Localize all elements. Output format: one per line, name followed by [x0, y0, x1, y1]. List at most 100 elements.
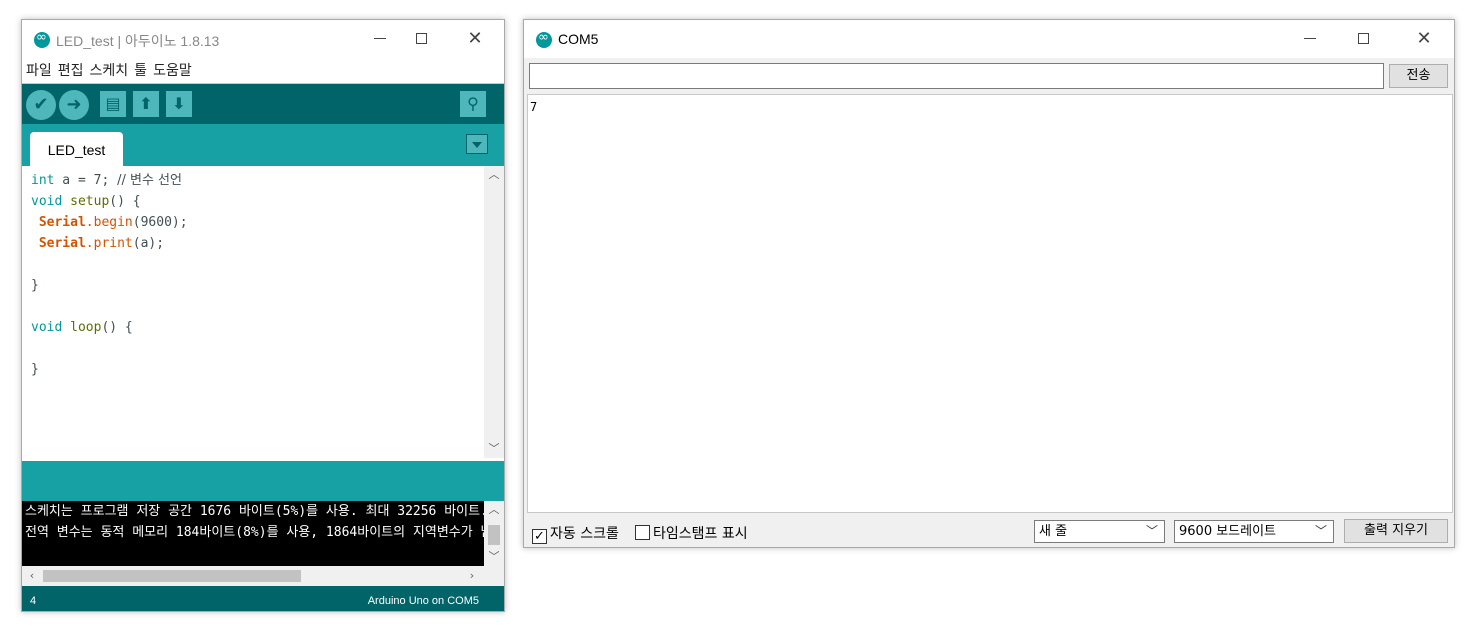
- code-method: .begin: [85, 215, 133, 230]
- console-vertical-scrollbar[interactable]: ︿ ﹀: [484, 501, 504, 566]
- minimize-icon: [1304, 38, 1316, 39]
- menu-edit[interactable]: 편집: [58, 58, 84, 84]
- console-line: 전역 변수는 동적 메모리 184바이트(8%)를 사용, 1864바이트의 지…: [25, 525, 484, 540]
- send-row: 전송: [524, 58, 1454, 94]
- close-button[interactable]: ✕: [455, 26, 495, 52]
- console-scroll-thumb[interactable]: [488, 525, 500, 545]
- scroll-right-icon[interactable]: ›: [462, 567, 482, 585]
- status-board-port: Arduino Uno on COM5: [367, 595, 479, 607]
- code-line: }: [31, 359, 484, 380]
- tab-menu-button[interactable]: [466, 134, 488, 154]
- save-sketch-button[interactable]: ⬇: [166, 91, 192, 117]
- minimize-button[interactable]: [1290, 26, 1330, 52]
- editor-vertical-scrollbar[interactable]: ︿ ﹀: [484, 166, 504, 458]
- ide-window-title: LED_test | 아두이노 1.8.13: [56, 33, 220, 49]
- save-icon: ⬇: [172, 94, 186, 113]
- open-sketch-button[interactable]: ⬆: [133, 91, 159, 117]
- console-horizontal-scrollbar[interactable]: ‹ ›: [22, 566, 504, 586]
- new-icon: ▤: [105, 94, 121, 113]
- autoscroll-label: 자동 스크롤: [550, 526, 619, 542]
- serial-titlebar: COM5 ✕: [524, 20, 1454, 58]
- serial-monitor-icon: ⚲: [467, 94, 479, 113]
- upload-icon: ➜: [66, 94, 82, 115]
- code-keyword-type: void: [31, 194, 63, 209]
- maximize-icon: [1358, 33, 1369, 44]
- status-bar: 4 Arduino Uno on COM5: [22, 586, 504, 611]
- code-object: Serial: [38, 236, 86, 251]
- scroll-down-icon[interactable]: ﹀: [484, 440, 504, 458]
- code-object: Serial: [38, 215, 86, 230]
- menu-tools[interactable]: 툴: [134, 58, 147, 84]
- checkbox-unchecked-icon: [635, 525, 650, 540]
- line-ending-value: 새 줄: [1039, 524, 1068, 539]
- serial-output: 7: [527, 94, 1453, 513]
- serial-monitor-button[interactable]: ⚲: [460, 91, 486, 117]
- console-output: 스케치는 프로그램 저장 공간 1676 바이트(5%)를 사용. 최대 322…: [22, 501, 484, 566]
- code-keyword-type: int: [31, 173, 55, 188]
- code-text: () {: [101, 320, 133, 335]
- minimize-button[interactable]: [360, 26, 400, 52]
- code-keyword-type: void: [31, 320, 63, 335]
- clear-output-button[interactable]: 출력 지우기: [1344, 519, 1448, 543]
- upload-button[interactable]: ➜: [59, 90, 89, 120]
- tab-led-test[interactable]: LED_test: [30, 132, 123, 166]
- code-line: int a = 7; // 변수 선언: [31, 170, 484, 191]
- menubar: 파일 편집 스케치 툴 도움말: [22, 58, 504, 84]
- maximize-icon: [416, 33, 427, 44]
- ide-titlebar: LED_test | 아두이노 1.8.13 ✕: [22, 20, 504, 58]
- minimize-icon: [374, 38, 386, 39]
- console-line: 스케치는 프로그램 저장 공간 1676 바이트(5%)를 사용. 최대 322…: [25, 504, 484, 519]
- code-editor[interactable]: int a = 7; // 변수 선언 void setup() { Serial…: [22, 166, 484, 458]
- open-icon: ⬆: [139, 94, 153, 113]
- tab-bar: LED_test: [22, 124, 504, 166]
- verify-button[interactable]: ✔: [26, 90, 56, 120]
- toolbar: ✔ ➜ ▤ ⬆ ⬇ ⚲: [22, 84, 504, 124]
- timestamp-label: 타임스탬프 표시: [653, 526, 748, 542]
- code-text: (9600);: [132, 215, 188, 230]
- timestamp-checkbox[interactable]: 타임스탬프 표시: [635, 523, 748, 543]
- status-line-number: 4: [30, 595, 37, 607]
- menu-help[interactable]: 도움말: [153, 58, 192, 84]
- scroll-down-icon[interactable]: ﹀: [484, 548, 504, 566]
- code-function-name: setup: [70, 194, 110, 209]
- code-text: }: [31, 278, 39, 293]
- close-icon: ✕: [1416, 28, 1432, 49]
- ide-window: LED_test | 아두이노 1.8.13 ✕ 파일편집스케치툴도움말 ✔ ➜…: [21, 19, 505, 612]
- verify-icon: ✔: [33, 94, 49, 115]
- code-line: void loop() {: [31, 317, 484, 338]
- code-function-name: loop: [70, 320, 102, 335]
- send-button[interactable]: 전송: [1389, 64, 1448, 88]
- code-line: Serial.begin(9600);: [31, 212, 484, 233]
- code-line: Serial.print(a);: [31, 233, 484, 254]
- output-line: 7: [530, 100, 538, 114]
- code-text: a = 7;: [54, 173, 118, 188]
- code-method: .print: [85, 236, 133, 251]
- serial-window-title: COM5: [558, 31, 599, 47]
- scroll-up-icon[interactable]: ︿: [484, 166, 504, 184]
- baud-rate-select[interactable]: 9600 보드레이트 ﹀: [1174, 520, 1334, 543]
- console-divider[interactable]: [22, 461, 504, 501]
- chevron-down-icon: ﹀: [1314, 524, 1327, 538]
- serial-monitor-window: COM5 ✕ 전송 7 ✓자동 스크롤 타임스탬프 표시 새 줄 ﹀ 9600 …: [523, 19, 1455, 548]
- scroll-up-icon[interactable]: ︿: [484, 501, 504, 519]
- menu-file[interactable]: 파일: [26, 58, 52, 84]
- checkbox-checked-icon: ✓: [532, 529, 547, 544]
- scroll-left-icon[interactable]: ‹: [22, 567, 42, 585]
- menu-sketch[interactable]: 스케치: [90, 58, 129, 84]
- new-sketch-button[interactable]: ▤: [100, 91, 126, 117]
- horizontal-scroll-thumb[interactable]: [43, 570, 301, 582]
- autoscroll-checkbox[interactable]: ✓ 자동 스크롤: [532, 523, 619, 544]
- code-text: }: [31, 362, 39, 377]
- line-ending-select[interactable]: 새 줄 ﹀: [1034, 520, 1165, 543]
- arduino-logo-icon: [536, 30, 552, 48]
- maximize-button[interactable]: [402, 26, 442, 52]
- maximize-button[interactable]: [1344, 26, 1384, 52]
- baud-rate-value: 9600 보드레이트: [1179, 524, 1277, 539]
- send-input[interactable]: [529, 63, 1384, 89]
- close-button[interactable]: ✕: [1404, 26, 1444, 52]
- close-icon: ✕: [467, 28, 483, 49]
- code-line: void setup() {: [31, 191, 484, 212]
